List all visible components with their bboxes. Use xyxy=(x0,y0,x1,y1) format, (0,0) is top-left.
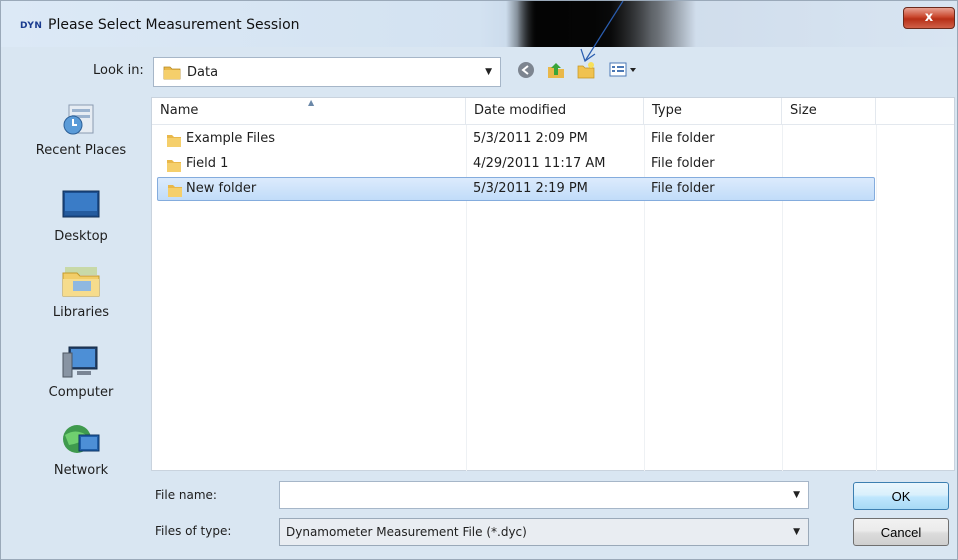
place-label: Recent Places xyxy=(35,143,127,158)
window-title: Please Select Measurement Session xyxy=(48,17,300,33)
ok-button[interactable]: OK xyxy=(853,482,949,510)
file-type: File folder xyxy=(651,131,715,146)
folder-icon xyxy=(167,135,181,147)
back-icon[interactable] xyxy=(517,61,535,79)
file-row-example-files[interactable]: Example Files 5/3/2011 2:09 PM File fold… xyxy=(157,128,875,152)
place-libraries[interactable]: Libraries xyxy=(11,265,151,320)
file-name: Example Files xyxy=(186,131,276,146)
column-label: Date modified xyxy=(474,103,567,118)
places-bar: Recent Places Desktop Libraries Computer… xyxy=(11,97,151,497)
place-label: Computer xyxy=(48,385,114,400)
file-date: 5/3/2011 2:09 PM xyxy=(473,131,588,146)
app-logo: DYN xyxy=(20,21,43,31)
network-icon xyxy=(61,423,101,457)
place-network[interactable]: Network xyxy=(11,423,151,478)
chevron-down-icon[interactable]: ▼ xyxy=(485,67,492,77)
file-name: Field 1 xyxy=(186,156,229,171)
chevron-down-icon[interactable]: ▼ xyxy=(793,527,800,537)
desktop-icon xyxy=(61,189,101,223)
folder-icon xyxy=(163,66,181,80)
file-date: 5/3/2011 2:19 PM xyxy=(473,181,588,196)
folder-icon xyxy=(168,185,182,197)
new-folder-icon[interactable] xyxy=(577,61,595,79)
file-row-field-1[interactable]: Field 1 4/29/2011 11:17 AM File folder xyxy=(157,153,875,177)
file-type: File folder xyxy=(651,156,715,171)
file-type-label: Files of type: xyxy=(155,524,232,538)
file-type-select[interactable]: Dynamometer Measurement File (*.dyc) ▼ xyxy=(279,518,809,546)
column-label: Type xyxy=(652,103,682,118)
look-in-combo[interactable]: Data ▼ xyxy=(153,57,501,87)
file-name-input[interactable]: ▼ xyxy=(279,481,809,509)
look-in-value: Data xyxy=(187,65,219,80)
file-date: 4/29/2011 11:17 AM xyxy=(473,156,606,171)
file-type: File folder xyxy=(651,181,715,196)
place-desktop[interactable]: Desktop xyxy=(11,189,151,244)
close-button[interactable]: x xyxy=(903,7,955,29)
open-file-dialog: DYN Please Select Measurement Session x … xyxy=(0,0,958,560)
place-recent-places[interactable]: Recent Places xyxy=(11,103,151,158)
column-header-size[interactable]: Size xyxy=(782,98,876,125)
place-label: Desktop xyxy=(54,229,108,244)
column-header-date-modified[interactable]: Date modified xyxy=(466,98,644,125)
file-list[interactable]: Name ▲ Date modified Type Size Example F… xyxy=(151,97,955,471)
view-menu-icon[interactable] xyxy=(609,61,639,79)
place-label: Libraries xyxy=(52,305,110,320)
file-type-value: Dynamometer Measurement File (*.dyc) xyxy=(286,525,527,539)
libraries-icon xyxy=(61,265,101,299)
cancel-button[interactable]: Cancel xyxy=(853,518,949,546)
file-name-label: File name: xyxy=(155,488,217,502)
column-header-name[interactable]: Name ▲ xyxy=(152,98,466,125)
up-folder-icon[interactable] xyxy=(547,61,565,79)
column-header-type[interactable]: Type xyxy=(644,98,782,125)
folder-icon xyxy=(167,160,181,172)
title-bar: DYN Please Select Measurement Session x xyxy=(1,1,957,47)
chevron-down-icon[interactable]: ▼ xyxy=(793,490,800,500)
place-computer[interactable]: Computer xyxy=(11,345,151,400)
file-name: New folder xyxy=(186,181,257,196)
column-label: Size xyxy=(790,103,817,118)
place-label: Network xyxy=(53,463,109,478)
computer-icon xyxy=(61,345,101,379)
column-header-filler xyxy=(876,98,954,125)
column-divider xyxy=(876,125,877,471)
recent-places-icon xyxy=(61,103,101,137)
column-label: Name xyxy=(160,103,199,118)
look-in-label: Look in: xyxy=(93,63,144,78)
sort-ascending-icon: ▲ xyxy=(308,98,315,107)
file-row-new-folder[interactable]: New folder 5/3/2011 2:19 PM File folder xyxy=(157,177,875,201)
